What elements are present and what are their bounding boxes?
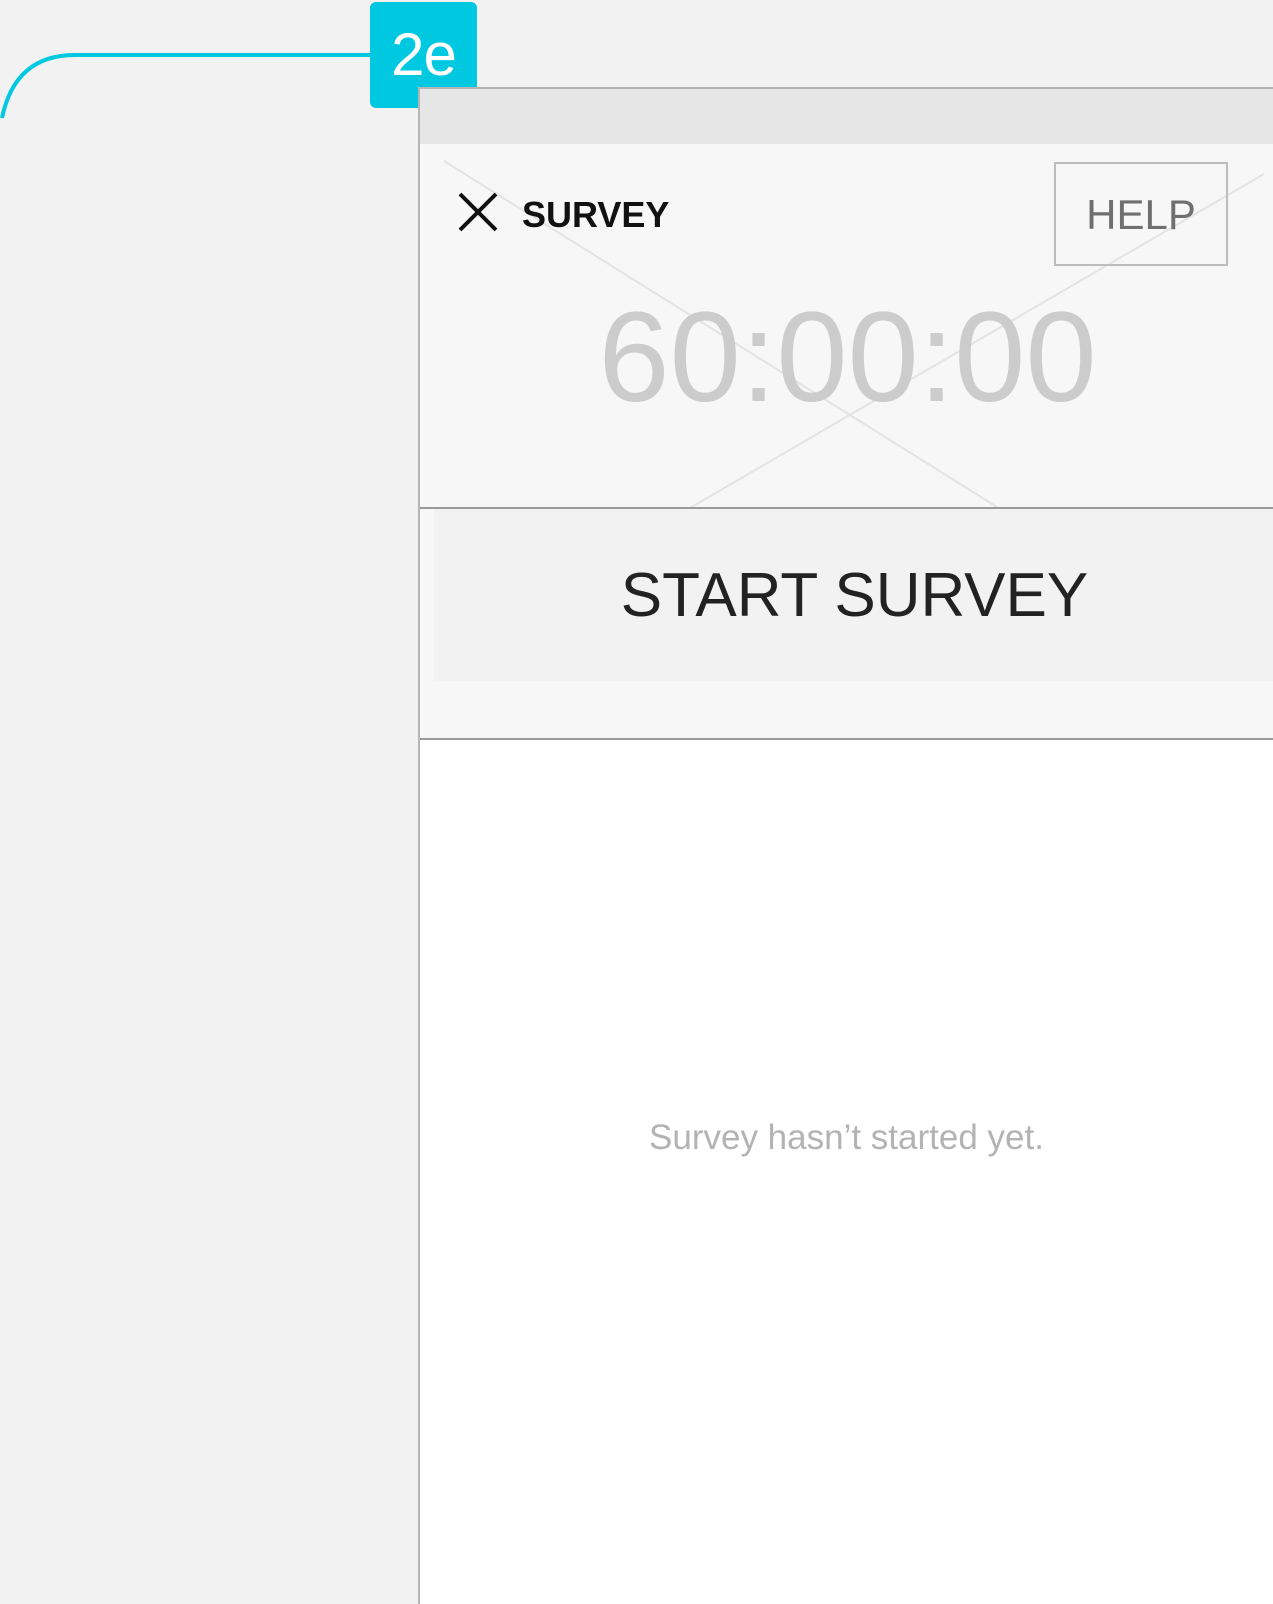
start-survey-button[interactable]: START SURVEY bbox=[434, 509, 1273, 681]
survey-content: Survey hasn’t started yet. bbox=[420, 740, 1273, 1604]
survey-header: SURVEY HELP 60:00:00 START SURVEY bbox=[420, 144, 1273, 740]
header-top-row: SURVEY HELP bbox=[434, 156, 1261, 266]
empty-state-message: Survey hasn’t started yet. bbox=[649, 1118, 1044, 1157]
status-bar bbox=[420, 89, 1273, 144]
annotation-connector bbox=[0, 53, 370, 119]
page-title: SURVEY bbox=[522, 194, 670, 235]
canvas: 2e SURVEY HELP 60:00:00 START SURVEY Sur… bbox=[0, 0, 1273, 1604]
help-button[interactable]: HELP bbox=[1054, 162, 1228, 266]
device-frame: SURVEY HELP 60:00:00 START SURVEY Survey… bbox=[418, 87, 1273, 1604]
countdown-timer: 60:00:00 bbox=[598, 286, 1097, 429]
close-icon[interactable] bbox=[458, 192, 498, 232]
